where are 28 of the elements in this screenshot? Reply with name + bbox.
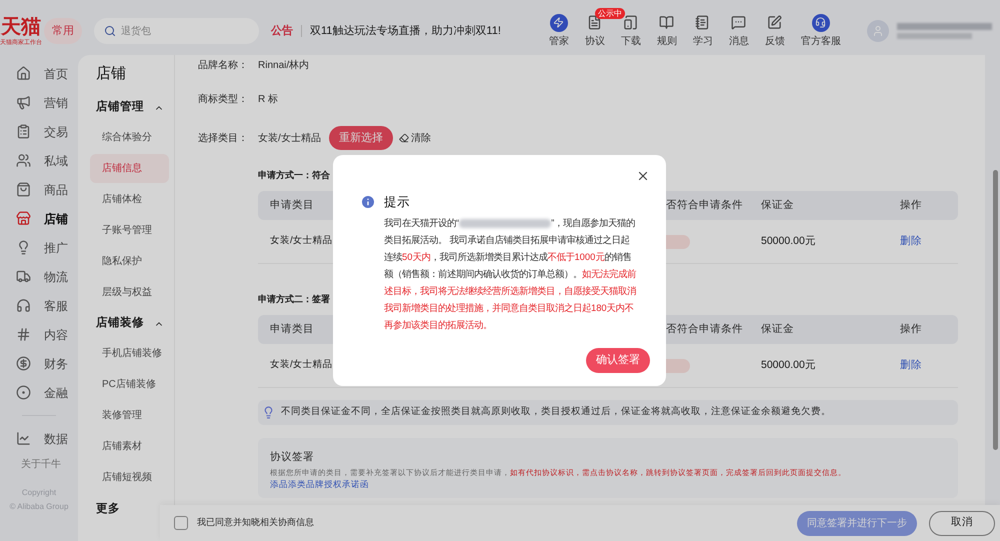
column-header: 申请类目	[270, 198, 314, 213]
section-title: 申请方式二：签署	[258, 293, 330, 306]
column-header: 操作	[900, 322, 922, 337]
field-label: 商标类型：	[198, 92, 249, 106]
column-header: 申请类目	[270, 322, 314, 337]
dialog-message: 我司在天猫开设的“ ”，现自愿参加天猫的类目拓展活动。 我司承诺自店铺类目拓展申请审核通过之日起连续50天内，我司所选新增类目累计达成不低于1000元的销售额（销售额：前述期间内确认收货的订单总额）。如无法完成前述目标，我司将无法继续经营所选新增类目，自愿接受天猫取消我司新增类目的处理措施，并同意自类目取消之日起180天内不再参加该类目的拓展活动。	[384, 216, 638, 332]
field-label: 选择类目：	[198, 132, 249, 146]
dialog-title: 提示	[384, 194, 410, 211]
column-header: 操作	[900, 198, 922, 213]
table-cell-text: 50000.00元	[761, 234, 816, 249]
sidebar-title: 店铺	[95, 64, 127, 84]
agreement-title: 协议签署	[270, 450, 315, 464]
table-cell-text: 女装/女士精品	[270, 358, 333, 372]
column-header: 保证金	[761, 198, 794, 213]
notification-badge: 公示中	[594, 8, 625, 18]
field-value: R 标	[258, 92, 278, 106]
column-header: 否符合申请条件	[666, 322, 743, 337]
field-label: 品牌名称：	[198, 58, 249, 72]
table-cell-text: 50000.00元	[761, 358, 816, 373]
announcement-label: 公告	[271, 24, 293, 39]
field-value: Rinnai/林内	[258, 58, 310, 72]
consent-label: 我已同意并知晓相关协商信息	[197, 516, 314, 530]
notice-text: 不同类目保证金不同，全店保证金按照类目就高原则收取，类目授权通过后，保证金将就高收取，注意保证金余额避免欠费。	[281, 405, 831, 420]
section-title: 申请方式一：符合	[258, 169, 330, 182]
field-value: 女装/女士精品	[258, 132, 321, 146]
column-header: 否符合申请条件	[666, 198, 743, 213]
column-header: 保证金	[761, 322, 794, 337]
table-cell-text: 女装/女士精品	[270, 234, 333, 248]
